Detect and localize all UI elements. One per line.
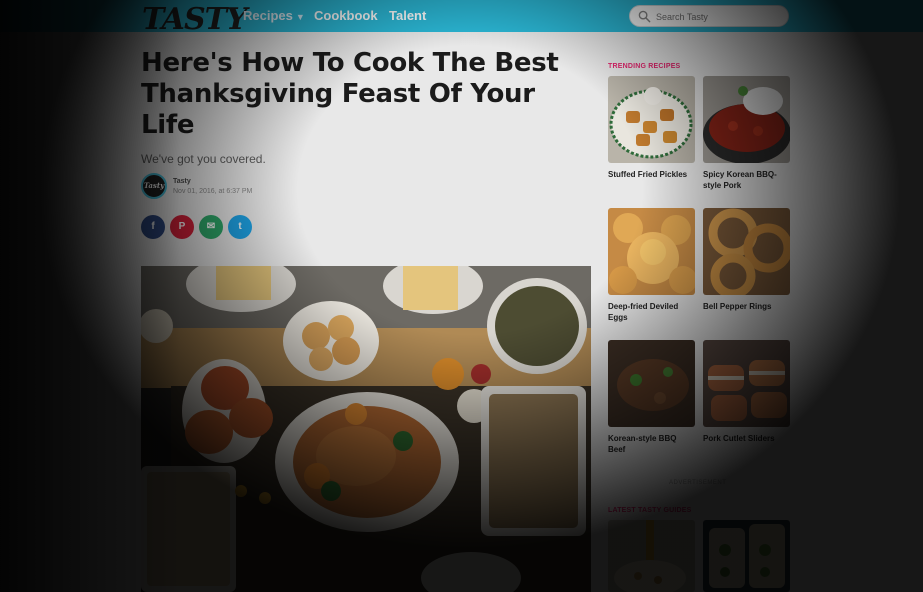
twitter-icon: t (238, 221, 242, 232)
recipe-card[interactable]: Korean-style BBQ Beef (608, 340, 695, 455)
recipe-card[interactable]: Spicy Korean BBQ-style Pork (703, 76, 790, 191)
recipe-title[interactable]: Pork Cutlet Sliders (703, 433, 790, 444)
recipe-title[interactable]: Stuffed Fried Pickles (608, 169, 695, 180)
search-box[interactable] (629, 5, 789, 27)
trending-recipes-label: TRENDING RECIPES (608, 63, 681, 70)
search-icon (638, 10, 651, 23)
facebook-icon: f (151, 221, 155, 232)
advertisement-label: ADVERTISEMENT (669, 480, 727, 486)
hero-image-thanksgiving-feast[interactable] (141, 266, 591, 592)
top-nav-inner: TASTY Recipes ▼ Cookbook Talent (142, 0, 923, 37)
nav-talent[interactable]: Talent (389, 8, 426, 23)
recipe-card[interactable]: Deep-fried Deviled Eggs (608, 208, 695, 323)
author-avatar[interactable]: Tasty (141, 173, 167, 199)
recipe-thumbnail[interactable] (608, 76, 695, 163)
recipe-title[interactable]: Deep-fried Deviled Eggs (608, 301, 695, 323)
article-subtitle: We've got you covered. (141, 152, 266, 166)
recipe-title[interactable]: Korean-style BBQ Beef (608, 433, 695, 455)
share-email-button[interactable]: ✉ (199, 215, 223, 239)
recipe-thumbnail[interactable] (608, 340, 695, 427)
share-twitter-button[interactable]: t (228, 215, 252, 239)
recipe-title[interactable]: Spicy Korean BBQ-style Pork (703, 169, 790, 191)
recipe-thumbnail[interactable] (608, 208, 695, 295)
chevron-down-icon: ▼ (295, 12, 305, 22)
share-pinterest-button[interactable]: P (170, 215, 194, 239)
share-facebook-button[interactable]: f (141, 215, 165, 239)
search-input[interactable] (656, 8, 784, 25)
guide-thumbnail[interactable] (608, 520, 695, 592)
recipe-card[interactable]: Bell Pepper Rings (703, 208, 790, 312)
pinterest-icon: P (178, 221, 186, 232)
nav-recipes[interactable]: Recipes ▼ (243, 8, 305, 23)
recipe-thumbnail[interactable] (703, 208, 790, 295)
recipe-title[interactable]: Bell Pepper Rings (703, 301, 790, 312)
nav-recipes-label: Recipes (243, 8, 293, 23)
publish-date: Nov 01, 2016, at 6:37 PM (173, 188, 253, 195)
recipe-card[interactable]: Pork Cutlet Sliders (703, 340, 790, 444)
recipe-card[interactable]: Stuffed Fried Pickles (608, 76, 695, 180)
recipe-thumbnail[interactable] (703, 76, 790, 163)
top-nav-bar: TASTY Recipes ▼ Cookbook Talent (0, 0, 923, 37)
tasty-logo[interactable]: TASTY (142, 2, 247, 38)
email-icon: ✉ (206, 221, 216, 232)
author-name[interactable]: Tasty (173, 178, 191, 185)
guide-thumbnail[interactable] (703, 520, 790, 592)
recipe-thumbnail[interactable] (703, 340, 790, 427)
latest-guides-label: LATEST TASTY GUIDES (608, 507, 692, 514)
nav-cookbook[interactable]: Cookbook (314, 8, 378, 23)
article-title: Here's How To Cook The Best Thanksgiving… (141, 48, 559, 140)
